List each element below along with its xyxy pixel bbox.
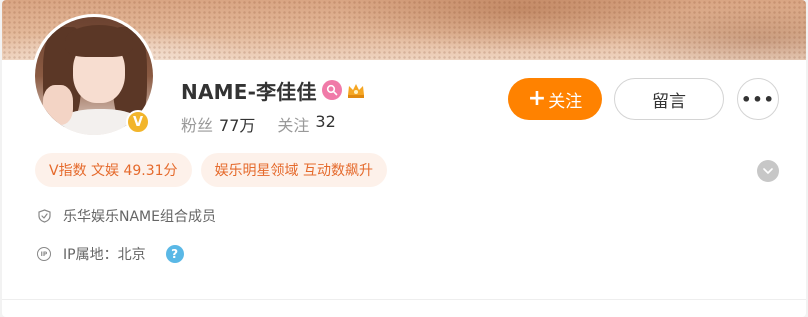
followers-label: 粉丝	[181, 116, 214, 135]
tag-interaction-rising[interactable]: 娱乐明星领域 互动数飙升	[200, 153, 388, 187]
more-dots-icon: •••	[741, 89, 775, 109]
more-options-button[interactable]: •••	[737, 78, 779, 120]
followers-count: 77万	[219, 116, 256, 135]
divider	[2, 299, 806, 300]
ip-icon: IP	[37, 247, 51, 261]
profile-name: NAME-李佳佳	[181, 79, 317, 104]
ip-location-text: IP属地：北京	[63, 247, 146, 263]
following-count: 32	[315, 112, 336, 131]
followers-stat[interactable]: 粉丝 77万	[181, 112, 255, 136]
shield-icon	[37, 209, 51, 223]
following-stat[interactable]: 关注 32	[277, 112, 335, 136]
expand-chevron-icon[interactable]	[757, 160, 779, 182]
follow-button[interactable]: + 关注	[508, 78, 602, 120]
message-label: 留言	[652, 91, 686, 112]
profile-card: V NAME-李佳佳 粉丝 77万 关注 32 + 关注 留言 ••• V指数 …	[2, 0, 806, 317]
crown-badge-icon[interactable]	[346, 80, 366, 100]
tag-list: V指数 文娱 49.31分 娱乐明星领域 互动数飙升	[35, 153, 396, 187]
follow-label: 关注	[548, 91, 583, 112]
intro-row: 乐华娱乐NAME组合成员	[37, 206, 216, 226]
verified-badge-icon: V	[126, 110, 150, 134]
pink-search-badge-icon[interactable]	[321, 80, 342, 100]
plus-icon: +	[527, 86, 547, 111]
following-label: 关注	[277, 116, 310, 135]
help-icon[interactable]: ?	[165, 245, 184, 263]
tag-v-index[interactable]: V指数 文娱 49.31分	[35, 153, 192, 187]
stats-row: 粉丝 77万 关注 32	[181, 112, 358, 136]
name-row: NAME-李佳佳	[181, 78, 366, 104]
intro-text: 乐华娱乐NAME组合成员	[63, 209, 216, 225]
message-button[interactable]: 留言	[614, 78, 724, 120]
ip-row: IP IP属地：北京 ?	[37, 244, 184, 264]
